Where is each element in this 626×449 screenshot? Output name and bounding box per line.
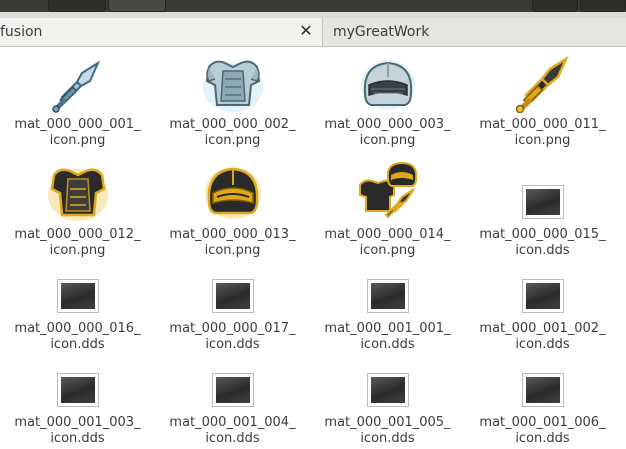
dds-thumbnail-icon	[521, 185, 564, 219]
dds-thumbnail-icon	[366, 279, 409, 313]
helmet-icon	[360, 60, 415, 110]
dds-thumbnail-icon	[366, 373, 409, 407]
tab-fusion[interactable]: fusion ✕	[0, 18, 323, 46]
file-name: mat_000_001_003_ icon.dds	[14, 415, 141, 446]
dds-thumbnail-icon	[56, 373, 99, 407]
file-item[interactable]: mat_000_001_004_ icon.dds	[155, 351, 310, 449]
golden-chest-armor-icon	[47, 168, 108, 221]
tab-label: myGreatWork	[333, 24, 430, 40]
dds-thumbnail-icon	[56, 279, 99, 313]
path-button[interactable]	[108, 0, 166, 12]
file-item[interactable]: mat_000_000_015_ icon.dds	[465, 157, 620, 258]
file-name: mat_000_000_002_ icon.png	[169, 117, 296, 148]
tab-mygreatwork[interactable]: myGreatWork	[323, 18, 626, 46]
window-header-bar	[0, 0, 626, 12]
file-item[interactable]: mat_000_001_002_ icon.dds	[465, 257, 620, 352]
tab-bar: fusion ✕ myGreatWork	[0, 12, 626, 47]
file-item[interactable]: mat_000_000_014_ icon.png	[310, 157, 465, 258]
file-item[interactable]: mat_000_000_012_ icon.png	[0, 157, 155, 258]
file-item[interactable]: mat_000_000_017_ icon.dds	[155, 257, 310, 352]
file-name: mat_000_000_017_ icon.dds	[169, 321, 296, 352]
file-name: mat_000_000_016_ icon.dds	[14, 321, 141, 352]
file-name: mat_000_000_003_ icon.png	[324, 117, 451, 148]
file-name: mat_000_000_014_ icon.png	[324, 227, 451, 258]
dds-thumbnail-icon	[211, 373, 254, 407]
dds-thumbnail-icon	[521, 373, 564, 407]
close-icon[interactable]: ✕	[298, 19, 314, 43]
file-item[interactable]: mat_000_001_001_ icon.dds	[310, 257, 465, 352]
chest-armor-icon	[202, 60, 263, 112]
file-item[interactable]: mat_000_000_013_ icon.png	[155, 157, 310, 258]
tab-label: fusion	[0, 24, 43, 40]
file-item[interactable]: mat_000_000_016_ icon.dds	[0, 257, 155, 352]
armor-set-icon	[358, 161, 417, 219]
file-item[interactable]: mat_000_001_005_ icon.dds	[310, 351, 465, 449]
search-button[interactable]	[532, 0, 578, 12]
file-item[interactable]: mat_000_000_003_ icon.png	[310, 47, 465, 157]
file-item[interactable]: mat_000_000_001_ icon.png	[0, 47, 155, 157]
dds-thumbnail-icon	[521, 279, 564, 313]
file-name: mat_000_000_001_ icon.png	[14, 117, 141, 148]
golden-helmet-icon	[204, 167, 261, 219]
file-name: mat_000_000_013_ icon.png	[169, 227, 296, 258]
file-name: mat_000_001_002_ icon.dds	[479, 321, 606, 352]
file-name: mat_000_001_006_ icon.dds	[479, 415, 606, 446]
dds-thumbnail-icon	[211, 279, 254, 313]
file-item[interactable]: mat_000_000_011_ icon.png	[465, 47, 620, 157]
file-grid: mat_000_000_001_ icon.png mat_000_000_00…	[0, 47, 626, 449]
golden-sword-icon	[515, 55, 569, 113]
file-name: mat_000_000_011_ icon.png	[479, 117, 606, 148]
file-name: mat_000_000_012_ icon.png	[14, 227, 141, 258]
file-item[interactable]: mat_000_000_002_ icon.png	[155, 47, 310, 157]
file-name: mat_000_000_015_ icon.dds	[479, 227, 606, 258]
file-name: mat_000_001_001_ icon.dds	[324, 321, 451, 352]
sword-icon	[51, 60, 100, 113]
file-item[interactable]: mat_000_001_003_ icon.dds	[0, 351, 155, 449]
file-item[interactable]: mat_000_001_006_ icon.dds	[465, 351, 620, 449]
back-button[interactable]	[48, 0, 106, 12]
file-name: mat_000_001_005_ icon.dds	[324, 415, 451, 446]
file-name: mat_000_001_004_ icon.dds	[169, 415, 296, 446]
view-menu-button[interactable]	[580, 0, 626, 12]
